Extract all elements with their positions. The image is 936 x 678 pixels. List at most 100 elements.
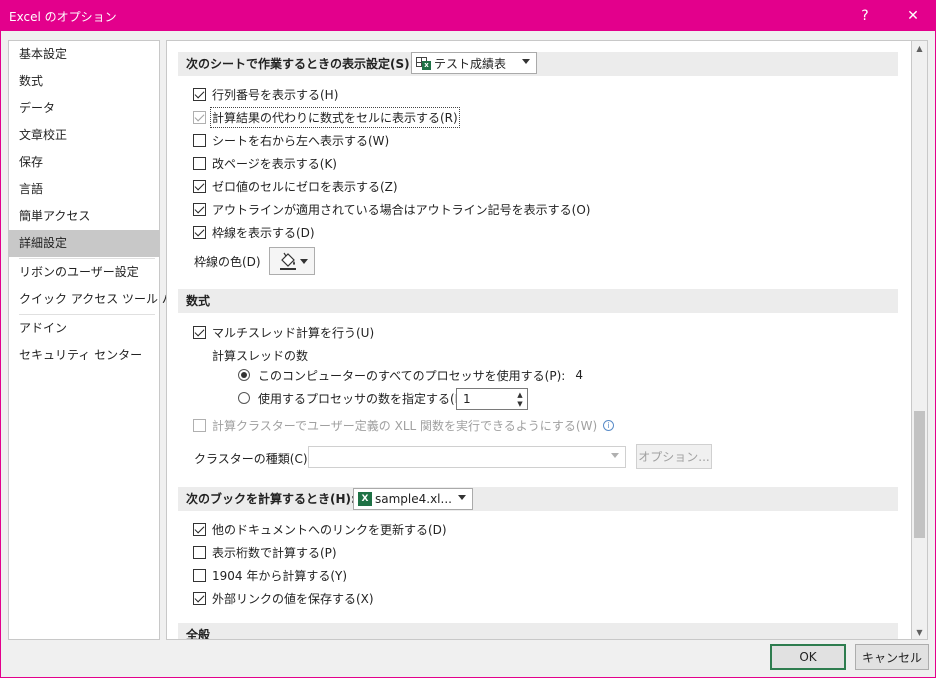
option-label: 表示桁数で計算する(P) bbox=[212, 545, 337, 560]
option-show-zero[interactable]: ゼロ値のセルにゼロを表示する(Z) bbox=[193, 177, 398, 195]
option-label: 外部リンクの値を保存する(X) bbox=[212, 591, 374, 606]
section-general: 全般 bbox=[178, 623, 898, 640]
nav-item-language[interactable]: 言語 bbox=[9, 176, 159, 203]
options-content: 次のシートで作業するときの表示設定(S): x テスト成績表 行列番号を表示する… bbox=[166, 40, 912, 640]
scroll-thumb[interactable] bbox=[914, 411, 925, 538]
close-icon: ✕ bbox=[907, 7, 919, 24]
info-icon[interactable]: i bbox=[603, 419, 615, 431]
workbook-dropdown[interactable]: X sample4.xl... bbox=[353, 488, 473, 510]
scroll-up-icon[interactable]: ▲ bbox=[912, 41, 927, 55]
window-title: Excel のオプション bbox=[9, 10, 117, 24]
option-save-external-links[interactable]: 外部リンクの値を保存する(X) bbox=[193, 589, 374, 607]
section-sheet-display: 次のシートで作業するときの表示設定(S): bbox=[178, 52, 898, 76]
checkbox[interactable] bbox=[193, 325, 206, 339]
gridline-color-label: 枠線の色(D) bbox=[194, 255, 261, 269]
paint-bucket-icon bbox=[280, 252, 296, 270]
title-bar: Excel のオプション ? ✕ bbox=[0, 0, 936, 31]
chevron-down-icon bbox=[522, 59, 530, 64]
option-label: 1904 年から計算する(Y) bbox=[212, 568, 348, 583]
option-show-outline-symbols[interactable]: アウトラインが適用されている場合はアウトライン記号を表示する(O) bbox=[193, 200, 590, 218]
checkbox[interactable] bbox=[193, 418, 206, 432]
option-label: 計算クラスターでユーザー定義の XLL 関数を実行できるようにする(W) bbox=[212, 418, 598, 433]
checkbox[interactable] bbox=[193, 179, 206, 193]
nav-item-quick-access-toolbar[interactable]: クイック アクセス ツール バー bbox=[9, 286, 186, 313]
nav-item-advanced[interactable]: 詳細設定 bbox=[9, 230, 159, 257]
thread-count-label: 計算スレッドの数 bbox=[212, 349, 309, 363]
help-button[interactable]: ? bbox=[842, 0, 888, 31]
option-label: ゼロ値のセルにゼロを表示する(Z) bbox=[212, 179, 398, 194]
chevron-down-icon bbox=[611, 453, 619, 458]
checkbox[interactable] bbox=[193, 545, 206, 559]
checkbox[interactable] bbox=[193, 156, 206, 170]
scroll-down-icon[interactable]: ▼ bbox=[912, 625, 927, 639]
nav-item-trust-center[interactable]: セキュリティ センター bbox=[9, 342, 159, 369]
spinner-down-icon[interactable]: ▼ bbox=[515, 400, 525, 408]
spinner-up-icon[interactable]: ▲ bbox=[515, 391, 525, 399]
nav-item-save[interactable]: 保存 bbox=[9, 149, 159, 176]
option-label: 他のドキュメントへのリンクを更新する(D) bbox=[212, 522, 447, 537]
radio-label: このコンピューターのすべてのプロセッサを使用する(P): bbox=[258, 368, 566, 383]
excel-file-icon: X bbox=[358, 492, 372, 506]
checkbox[interactable] bbox=[193, 225, 206, 239]
nav-item-addins[interactable]: アドイン bbox=[9, 315, 159, 342]
section-formulas: 数式 bbox=[178, 289, 898, 313]
option-multithread[interactable]: マルチスレッド計算を行う(U) bbox=[193, 323, 374, 341]
option-show-formulas[interactable]: 計算結果の代わりに数式をセルに表示する(R) bbox=[193, 106, 460, 128]
option-label: 行列番号を表示する(H) bbox=[212, 87, 339, 102]
checkbox[interactable] bbox=[193, 110, 206, 124]
nav-item-data[interactable]: データ bbox=[9, 95, 159, 122]
ok-button[interactable]: OK bbox=[770, 644, 846, 670]
spinner-value: 1 bbox=[463, 392, 471, 406]
nav-item-formulas[interactable]: 数式 bbox=[9, 68, 159, 95]
checkbox[interactable] bbox=[193, 568, 206, 582]
radio-manual-processors[interactable]: 使用するプロセッサの数を指定する(M): bbox=[238, 389, 474, 407]
options-nav: 基本設定 数式 データ 文章校正 保存 言語 簡単アクセス 詳細設定 リボンのユ… bbox=[8, 40, 186, 640]
option-right-to-left[interactable]: シートを右から左へ表示する(W) bbox=[193, 131, 389, 149]
option-show-page-breaks[interactable]: 改ページを表示する(K) bbox=[193, 154, 337, 172]
checkbox[interactable] bbox=[193, 522, 206, 536]
section-general-title: 全般 bbox=[186, 628, 211, 640]
option-1904-date-system[interactable]: 1904 年から計算する(Y) bbox=[193, 566, 347, 584]
nav-item-accessibility[interactable]: 簡単アクセス bbox=[9, 203, 159, 230]
processor-count: 4 bbox=[575, 368, 583, 382]
radio-button[interactable] bbox=[238, 369, 250, 381]
option-label: アウトラインが適用されている場合はアウトライン記号を表示する(O) bbox=[212, 202, 591, 217]
checkbox[interactable] bbox=[193, 591, 206, 605]
gridline-color-picker[interactable] bbox=[269, 247, 315, 275]
radio-use-all-processors[interactable]: このコンピューターのすべてのプロセッサを使用する(P): 4 bbox=[238, 366, 583, 384]
cluster-type-label: クラスターの種類(C): bbox=[194, 452, 312, 466]
checkbox[interactable] bbox=[193, 202, 206, 216]
radio-button[interactable] bbox=[238, 392, 250, 404]
option-precision-as-displayed[interactable]: 表示桁数で計算する(P) bbox=[193, 543, 337, 561]
option-label: シートを右から左へ表示する(W) bbox=[212, 133, 390, 148]
cancel-button[interactable]: キャンセル bbox=[855, 644, 929, 670]
nav-item-customize-ribbon[interactable]: リボンのユーザー設定 bbox=[9, 259, 159, 286]
sheet-dropdown-value: テスト成績表 bbox=[434, 56, 507, 71]
option-update-links[interactable]: 他のドキュメントへのリンクを更新する(D) bbox=[193, 520, 447, 538]
section-formulas-title: 数式 bbox=[186, 294, 211, 308]
option-show-headers[interactable]: 行列番号を表示する(H) bbox=[193, 85, 338, 103]
nav-item-proofing[interactable]: 文章校正 bbox=[9, 122, 159, 149]
option-label: 改ページを表示する(K) bbox=[212, 156, 337, 171]
checkbox[interactable] bbox=[193, 133, 206, 147]
option-cluster-xll[interactable]: 計算クラスターでユーザー定義の XLL 関数を実行できるようにする(W) i bbox=[193, 416, 615, 434]
help-icon: ? bbox=[861, 7, 869, 24]
option-label: 枠線を表示する(D) bbox=[212, 225, 315, 240]
chevron-down-icon bbox=[458, 495, 466, 500]
option-show-gridlines[interactable]: 枠線を表示する(D) bbox=[193, 223, 315, 241]
section-workbook-calc: 次のブックを計算するとき(H): bbox=[178, 487, 898, 511]
workbook-dropdown-value: sample4.xl... bbox=[375, 492, 452, 506]
cluster-options-button[interactable]: オプション... bbox=[636, 444, 712, 469]
radio-label: 使用するプロセッサの数を指定する(M): bbox=[258, 391, 474, 406]
cluster-type-dropdown[interactable] bbox=[308, 446, 626, 468]
processor-count-spinner[interactable]: 1 ▲ ▼ bbox=[456, 388, 528, 410]
content-scrollbar[interactable]: ▲ ▼ bbox=[912, 40, 928, 640]
sheet-dropdown[interactable]: x テスト成績表 bbox=[411, 52, 537, 74]
section-workbook-calc-title: 次のブックを計算するとき(H): bbox=[186, 492, 356, 506]
worksheet-icon: x bbox=[416, 56, 432, 70]
option-label: マルチスレッド計算を行う(U) bbox=[212, 325, 375, 340]
nav-item-basic[interactable]: 基本設定 bbox=[9, 41, 159, 68]
close-button[interactable]: ✕ bbox=[890, 0, 936, 31]
checkbox[interactable] bbox=[193, 87, 206, 101]
chevron-down-icon bbox=[300, 259, 308, 264]
